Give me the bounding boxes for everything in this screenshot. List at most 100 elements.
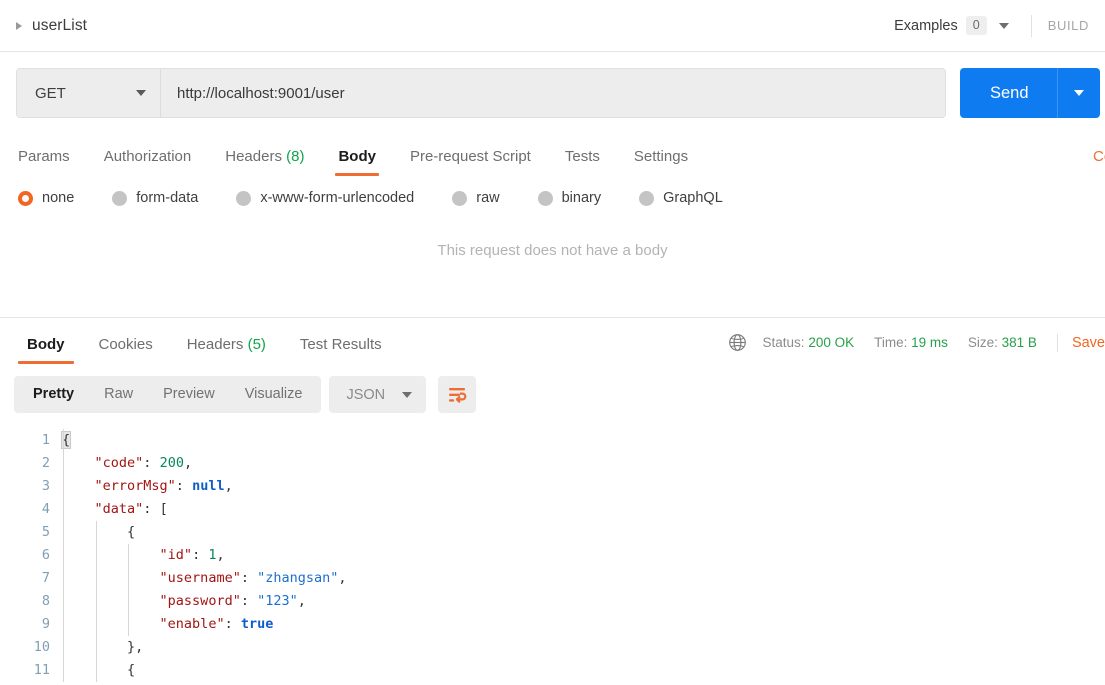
view-mode-visualize[interactable]: Visualize	[230, 376, 318, 413]
tab-headers[interactable]: Headers (8)	[225, 148, 304, 176]
save-response-link[interactable]: Save	[1072, 335, 1105, 351]
line-number: 4	[0, 498, 50, 521]
code-token: ,	[338, 570, 346, 586]
code-token: {	[127, 662, 135, 678]
radio-icon	[639, 191, 654, 206]
response-tabs: Body Cookies Headers (5) Test Results	[0, 336, 399, 364]
line-number: 11	[0, 659, 50, 682]
response-tab-headers[interactable]: Headers (5)	[187, 336, 266, 364]
code-token: :	[176, 478, 192, 494]
status-meta: Status: 200 OK	[763, 335, 855, 350]
status-value: 200 OK	[808, 335, 854, 350]
body-type-label: form-data	[136, 190, 198, 206]
tab-label: Body	[27, 336, 65, 353]
view-mode-segmented: Pretty Raw Preview Visualize	[14, 376, 321, 413]
response-view-toolbar: Pretty Raw Preview Visualize JSON	[0, 364, 1105, 423]
http-method-label: GET	[35, 85, 66, 102]
response-format-select[interactable]: JSON	[329, 376, 426, 413]
examples-button[interactable]: Examples 0	[888, 12, 1015, 40]
code-line: "password": "123",	[62, 590, 1105, 613]
response-tab-body[interactable]: Body	[27, 336, 65, 364]
line-number: 9	[0, 613, 50, 636]
line-number: 7	[0, 567, 50, 590]
examples-count-badge: 0	[966, 16, 987, 36]
globe-icon[interactable]	[728, 333, 747, 352]
body-type-none[interactable]: none	[18, 190, 74, 206]
word-wrap-button[interactable]	[438, 376, 476, 413]
tab-label: Tests	[565, 148, 600, 165]
size-value: 381 B	[1002, 335, 1037, 350]
tab-pre-request-script[interactable]: Pre-request Script	[410, 148, 531, 176]
tab-label: Headers	[225, 148, 282, 165]
tab-label: Authorization	[104, 148, 192, 165]
url-row: GET Send	[0, 52, 1105, 132]
tab-label: Cookies	[99, 336, 153, 353]
tab-label: Test Results	[300, 336, 382, 353]
indent-guide	[96, 521, 97, 682]
header-divider	[1031, 15, 1032, 37]
body-type-label: binary	[562, 190, 602, 206]
body-type-raw[interactable]: raw	[452, 190, 499, 206]
tab-settings[interactable]: Settings	[634, 148, 688, 176]
body-type-form-data[interactable]: form-data	[112, 190, 198, 206]
code-token: "data"	[95, 501, 144, 517]
response-bar: Body Cookies Headers (5) Test Results St…	[0, 318, 1105, 364]
line-number: 1	[0, 429, 50, 452]
url-input[interactable]	[161, 69, 945, 117]
response-tab-cookies[interactable]: Cookies	[99, 336, 153, 364]
http-method-select[interactable]: GET	[17, 69, 161, 117]
chevron-down-icon[interactable]	[136, 90, 146, 96]
body-type-label: GraphQL	[663, 190, 723, 206]
size-label: Size:	[968, 335, 998, 350]
send-options-button[interactable]	[1058, 68, 1100, 118]
code-token: :	[143, 501, 159, 517]
line-number: 6	[0, 544, 50, 567]
code-token: :	[241, 593, 257, 609]
code-line: "errorMsg": null,	[62, 475, 1105, 498]
view-mode-raw[interactable]: Raw	[89, 376, 148, 413]
cookies-link[interactable]: Cookies	[1093, 148, 1105, 165]
radio-icon	[112, 191, 127, 206]
radio-icon	[538, 191, 553, 206]
body-type-radio-group: none form-data x-www-form-urlencoded raw…	[0, 176, 1105, 206]
code-token: },	[127, 639, 143, 655]
caret-right-icon[interactable]	[16, 22, 22, 30]
body-type-graphql[interactable]: GraphQL	[639, 190, 723, 206]
radio-icon	[236, 191, 251, 206]
indent-guide	[63, 429, 64, 682]
code-token: "username"	[160, 570, 241, 586]
tab-label: Settings	[634, 148, 688, 165]
tab-label: Pre-request Script	[410, 148, 531, 165]
send-button[interactable]: Send	[960, 68, 1057, 118]
code-token: ,	[184, 455, 192, 471]
code-line: "id": 1,	[62, 544, 1105, 567]
tab-authorization[interactable]: Authorization	[104, 148, 192, 176]
tab-label: Headers	[187, 336, 244, 353]
request-header-bar: userList Examples 0 BUILD	[0, 0, 1105, 52]
line-number: 3	[0, 475, 50, 498]
request-title-group[interactable]: userList	[16, 17, 888, 35]
send-button-group: Send	[960, 68, 1100, 118]
view-mode-preview[interactable]: Preview	[148, 376, 230, 413]
response-tab-test-results[interactable]: Test Results	[300, 336, 382, 364]
tab-body[interactable]: Body	[338, 148, 376, 176]
line-number: 10	[0, 636, 50, 659]
tab-params[interactable]: Params	[18, 148, 70, 176]
view-mode-pretty[interactable]: Pretty	[18, 376, 89, 413]
code-token: {	[127, 524, 135, 540]
body-type-x-www-form-urlencoded[interactable]: x-www-form-urlencoded	[236, 190, 414, 206]
meta-divider	[1057, 334, 1058, 352]
body-type-label: x-www-form-urlencoded	[260, 190, 414, 206]
build-button[interactable]: BUILD	[1048, 18, 1091, 33]
body-type-label: raw	[476, 190, 499, 206]
code-token: ,	[225, 478, 233, 494]
code-content[interactable]: { "code": 200, "errorMsg": null, "data":…	[62, 429, 1105, 682]
tab-tests[interactable]: Tests	[565, 148, 600, 176]
response-body-code[interactable]: 1234567891011 { "code": 200, "errorMsg":…	[0, 423, 1105, 682]
code-token: "123"	[257, 593, 298, 609]
body-type-binary[interactable]: binary	[538, 190, 602, 206]
line-number-gutter: 1234567891011	[0, 429, 62, 682]
code-token: "zhangsan"	[257, 570, 338, 586]
chevron-down-icon[interactable]	[999, 23, 1009, 29]
code-line: {	[62, 521, 1105, 544]
